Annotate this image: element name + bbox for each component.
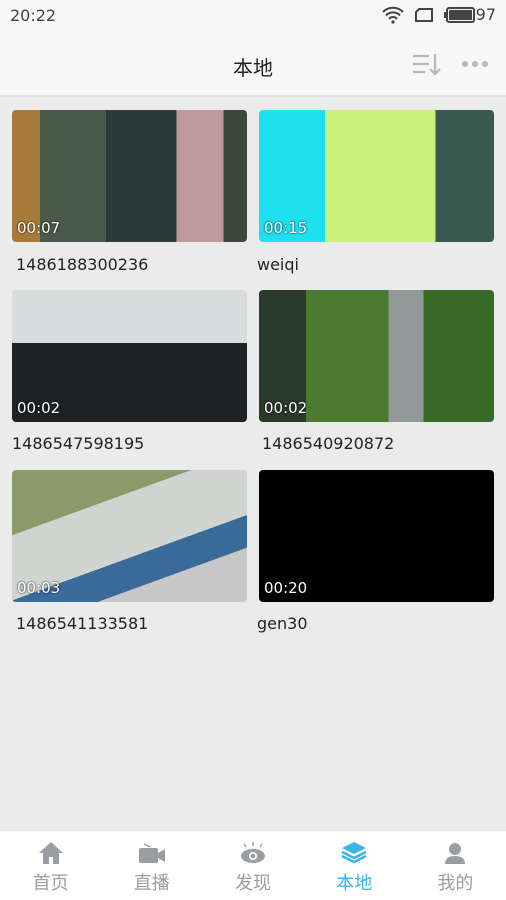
video-duration: 00:15 [264,219,308,237]
sort-icon[interactable] [412,52,442,78]
battery-icon [443,6,475,23]
tab-home[interactable]: 首页 [0,831,101,900]
video-thumbnail[interactable]: 00:02 [259,290,494,422]
app-header: 本地 [0,32,506,97]
tab-label: 直播 [133,873,170,894]
eye-icon [241,842,265,863]
video-duration: 00:02 [17,399,61,417]
status-bar: 20:22 97 [0,0,506,32]
layers-icon [341,842,367,864]
battery-level: 97 [475,5,496,24]
video-duration: 00:20 [264,579,308,597]
tab-label: 首页 [32,873,69,894]
camera-icon [138,843,165,863]
video-duration: 00:03 [17,579,61,597]
tab-local[interactable]: 本地 [304,831,405,900]
video-duration: 00:07 [17,219,61,237]
wifi-icon [381,6,404,24]
tab-label: 本地 [336,873,373,894]
tab-label: 发现 [235,873,271,894]
tab-mine[interactable]: 我的 [405,831,506,900]
more-icon[interactable] [461,60,489,68]
video-name[interactable]: weiqi [257,255,299,274]
video-thumbnail[interactable]: 00:20 [259,470,494,602]
video-name[interactable]: 1486547598195 [12,434,144,453]
user-icon [445,843,466,864]
tab-discover[interactable]: 发现 [202,831,303,900]
video-thumbnail[interactable]: 00:07 [12,110,247,242]
video-duration: 00:02 [264,399,308,417]
bottom-tab-bar: 首页 直播 发现 本地 我的 [0,830,506,900]
video-name[interactable]: 1486541133581 [16,614,148,633]
video-thumbnail[interactable]: 00:15 [259,110,494,242]
tab-label: 我的 [437,873,474,894]
video-thumbnail[interactable]: 00:03 [12,470,247,602]
video-name[interactable]: 1486188300236 [16,255,148,274]
video-name[interactable]: gen30 [257,614,308,633]
clock: 20:22 [10,6,57,25]
video-name[interactable]: 1486540920872 [262,434,394,453]
video-thumbnail[interactable]: 00:02 [12,290,247,422]
home-icon [38,842,63,864]
tab-live[interactable]: 直播 [101,831,202,900]
sim-icon [414,7,433,22]
